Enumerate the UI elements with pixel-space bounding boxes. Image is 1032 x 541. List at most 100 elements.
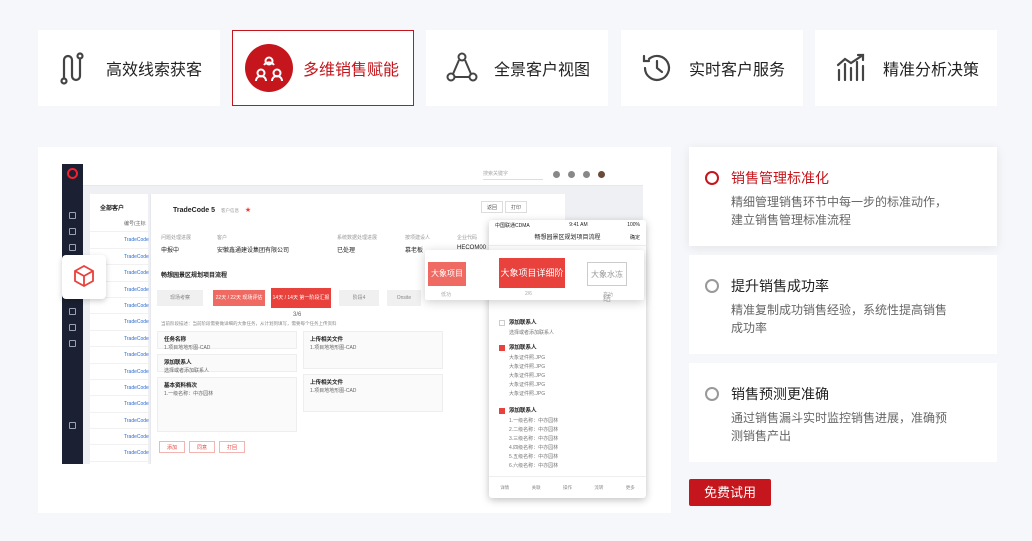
- phone-section: 添加联系人 大象证件照.JPG 大象证件照.JPG 大象证件照.JPG 大象证件照.J…: [489, 343, 646, 399]
- detail-title: TradeCode 5 客户信息 ★: [173, 206, 251, 214]
- chart-icon: [833, 50, 869, 86]
- feature-desc: 通过销售漏斗实时监控销售进展，准确预测销售产出: [731, 411, 948, 443]
- tab-label: 精准分析决策: [883, 62, 980, 79]
- list-item: 6.六级名称：中亦园林: [509, 463, 559, 469]
- list-item: 大象证件照.JPG: [509, 355, 546, 361]
- flow-stage[interactable]: 阶段4: [339, 290, 379, 306]
- radio-icon: [705, 171, 719, 185]
- task-card: 添加联系人 选择或者添加联系人: [157, 354, 297, 374]
- task-card: 基本资料档次 1.一级名称：中亦园林: [157, 377, 297, 432]
- stage-popup: 大象项目 大象项目详细阶 大象水冻结 低功 2/6 高功: [425, 250, 644, 303]
- list-item: 大象证件照.JPG: [509, 382, 546, 388]
- add-button[interactable]: 添加: [159, 441, 185, 453]
- confirm-button[interactable]: 确定: [630, 230, 640, 246]
- star-icon: ★: [244, 207, 252, 214]
- print-button[interactable]: 打印: [505, 201, 527, 213]
- flow-stage[interactable]: Onsite: [387, 290, 421, 306]
- feature-title: 销售预测更准确: [731, 386, 829, 402]
- table-row[interactable]: TradeCode: [90, 314, 149, 331]
- sidebar-icon: [69, 340, 76, 347]
- table-row[interactable]: TradeCode: [90, 429, 149, 446]
- tab-analytics[interactable]: 精准分析决策: [815, 30, 997, 106]
- app-sidebar: [62, 164, 83, 464]
- network-icon: [444, 50, 480, 86]
- list-item: 3.三级名称：中亦园林: [509, 436, 559, 442]
- list-item: 4.四级名称：中亦园林: [509, 445, 559, 451]
- table-row[interactable]: TradeCode: [90, 396, 149, 413]
- table-row[interactable]: TradeCode: [90, 331, 149, 348]
- sidebar-icon: [69, 308, 76, 315]
- table-row[interactable]: TradeCode: [90, 298, 149, 315]
- table-row[interactable]: TradeCode: [90, 364, 149, 380]
- meta-field: 企业代码 HECOM00: [457, 235, 487, 251]
- feature-title: 提升销售成功率: [731, 278, 829, 294]
- list-title: 全部客户: [100, 206, 125, 212]
- free-trial-button[interactable]: 免费试用: [689, 479, 771, 506]
- list-item: 5.五级名称：中亦园林: [509, 454, 559, 460]
- phone-tab[interactable]: 关联: [532, 485, 541, 491]
- app-topbar: 搜索关键字: [83, 164, 643, 186]
- phone-section: 添加联系人 1.一级名称：中亦园林 2.二级名称：中亦园林 3.三级名称：中亦园林 4…: [489, 406, 646, 471]
- avatar: [598, 171, 605, 178]
- popup-stage-current: 大象项目详细阶: [499, 258, 565, 288]
- task-card: 上传相关文件 1.项目地地形图-CAD: [303, 331, 443, 369]
- cube-icon: [62, 255, 106, 299]
- task-card: 任务名称 1.项目地地形图-CAD: [157, 331, 297, 351]
- popup-sub: 2/6: [525, 291, 532, 297]
- tab-label: 实时客户服务: [689, 62, 786, 79]
- phone-tab[interactable]: 更多: [626, 485, 635, 491]
- table-row[interactable]: TradeCode: [90, 380, 149, 397]
- meta-field: 客户 安徽鑫通建设集团有限公司: [217, 235, 290, 254]
- sidebar-icon: [69, 244, 76, 251]
- radio-icon: [705, 387, 719, 401]
- product-screenshot: 搜索关键字 全部客户 编号(主标 TradeCode TradeCode Trade…: [38, 147, 671, 513]
- radio-icon: [705, 279, 719, 293]
- phone-tab[interactable]: 操作: [563, 485, 572, 491]
- detail-title-text: TradeCode 5: [173, 207, 216, 214]
- task-card: 上传相关文件 1.项目地地形图-CAD: [303, 374, 443, 412]
- detail-subtitle: 客户信息: [220, 208, 239, 213]
- back-button[interactable]: 返回: [481, 201, 503, 213]
- table-row[interactable]: TradeCode: [90, 413, 149, 430]
- table-row[interactable]: TradeCode: [90, 347, 149, 364]
- popup-sub: 高功: [603, 292, 614, 298]
- list-item: 大象证件照.JPG: [509, 364, 546, 370]
- route-icon: [56, 50, 92, 86]
- customer-list: 全部客户 编号(主标 TradeCode TradeCode TradeCode Tr…: [90, 194, 149, 464]
- tab-customer-view[interactable]: 全景客户视图: [426, 30, 608, 106]
- feature-item[interactable]: 提升销售成功率 精准复制成功销售经验，系统性提高销售成功率: [689, 255, 997, 354]
- meta-field: 问题处理进展 申报中: [161, 235, 192, 254]
- phone-tabbar: 详情 关联 操作 流转 更多: [489, 476, 646, 498]
- table-row[interactable]: TradeCode: [90, 232, 149, 249]
- sidebar-icon: [69, 422, 76, 429]
- phone-status-bar: 中国联通CDMA 9:41 AM 100%: [495, 222, 640, 229]
- feature-item[interactable]: 销售预测更准确 通过销售漏斗实时监控销售进展，准确预测销售产出: [689, 363, 997, 462]
- flow-stage-current[interactable]: 14天 / 14天 第一阶段汇报: [271, 288, 331, 308]
- feature-title: 销售管理标准化: [731, 170, 829, 186]
- list-item: 2.二级名称：中亦园林: [509, 427, 559, 433]
- tab-sales-enablement[interactable]: 多维销售赋能: [232, 30, 414, 106]
- tab-customer-service[interactable]: 实时客户服务: [621, 30, 803, 106]
- search-input: 搜索关键字: [483, 170, 543, 180]
- sidebar-icon: [69, 324, 76, 331]
- feature-item[interactable]: 销售管理标准化 精细管理销售环节中每一步的标准动作，建立销售管理标准流程: [689, 147, 997, 246]
- tab-label: 全景客户视图: [494, 62, 591, 79]
- phone-nav: 畅想园景区规划项目流程 确定: [489, 230, 646, 246]
- flow-stage[interactable]: 22天 / 22天 现场评估: [213, 290, 265, 306]
- reject-button[interactable]: 打回: [219, 441, 245, 453]
- list-item: 大象证件照.JPG: [509, 373, 546, 379]
- phone-tab[interactable]: 详情: [500, 485, 509, 491]
- meta-field: 系统数据处理进展 已处理: [337, 235, 378, 254]
- bell-icon: [568, 171, 575, 178]
- message-icon: [553, 171, 560, 178]
- popup-stage: 大象水冻结: [587, 262, 627, 303]
- agree-button[interactable]: 同意: [189, 441, 215, 453]
- team-icon: [245, 44, 293, 92]
- table-row[interactable]: TradeCode: [90, 445, 149, 462]
- phone-tab[interactable]: 流转: [594, 485, 603, 491]
- tab-label: 高效线索获客: [106, 62, 203, 79]
- flow-stage[interactable]: 现场考察: [157, 290, 203, 306]
- flow-title: 畅想园景区规划项目流程: [161, 273, 228, 279]
- app-logo: [67, 168, 78, 179]
- tab-lead-acquisition[interactable]: 高效线索获客: [38, 30, 220, 106]
